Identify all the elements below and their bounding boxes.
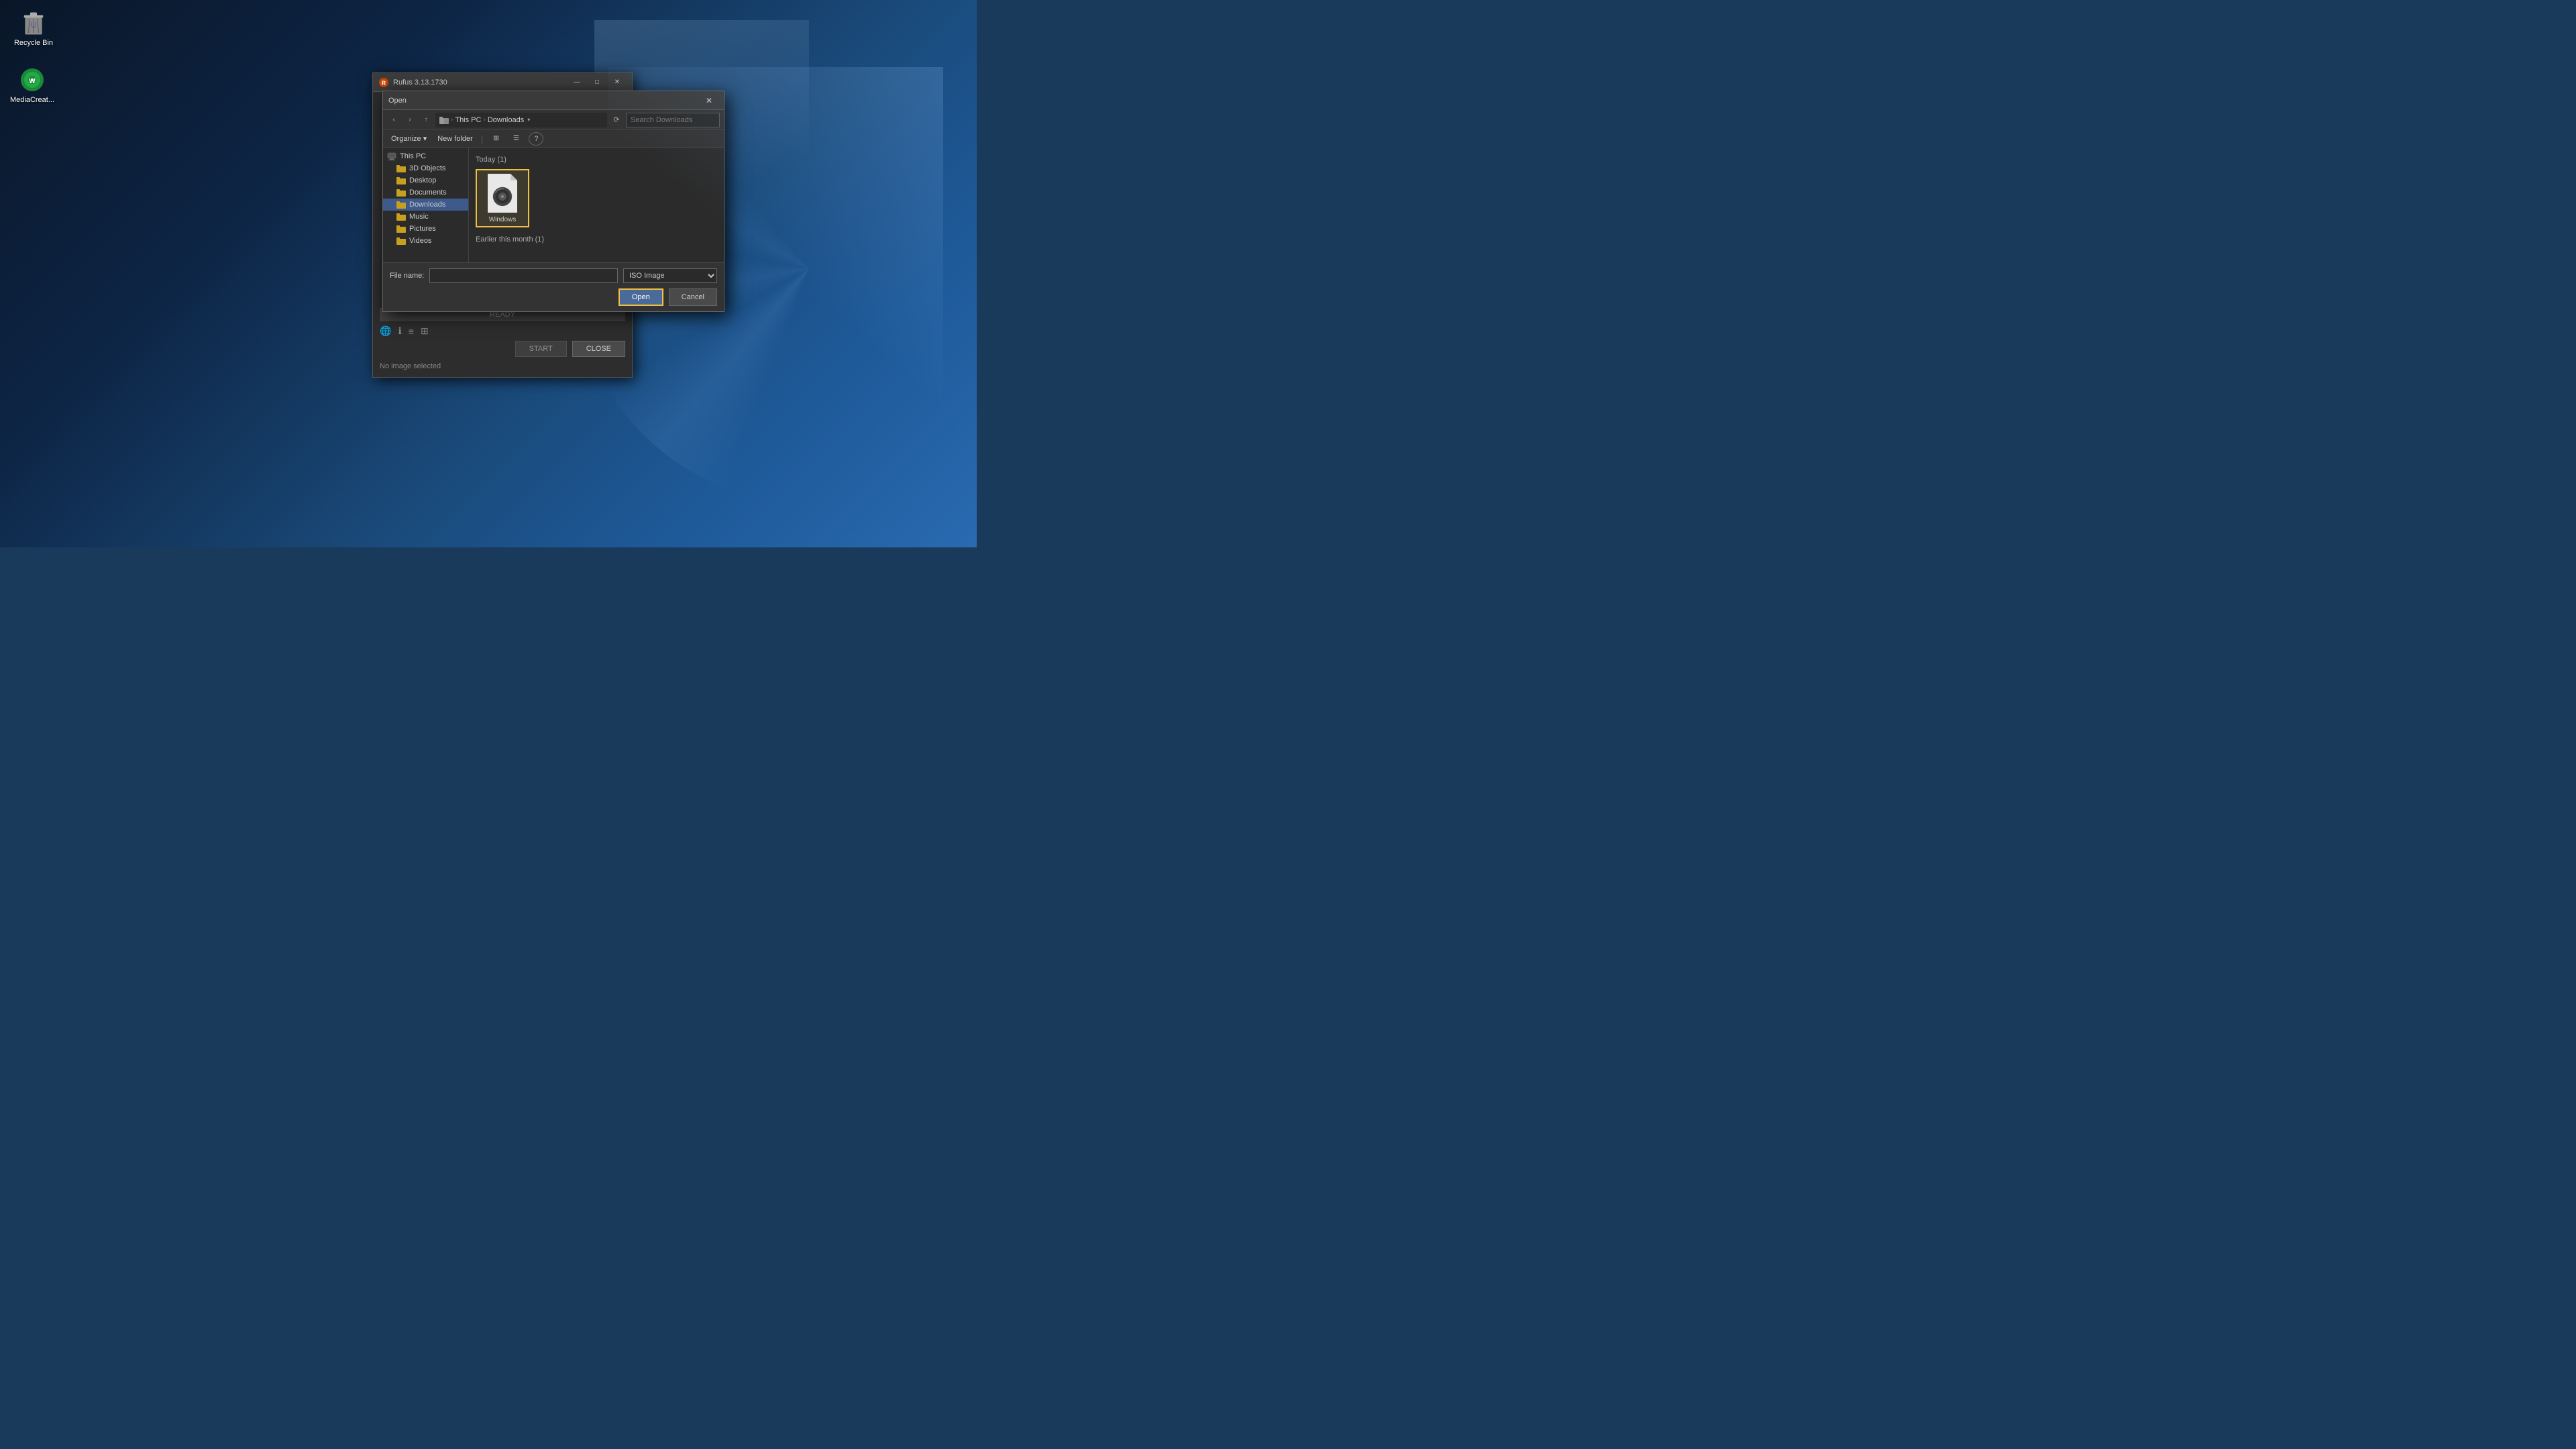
desktop-folder-icon [396,176,406,184]
windows-iso-label: Windows [489,216,517,223]
addr-breadcrumb-dropdown-icon[interactable]: ▾ [527,117,530,123]
addr-breadcrumb[interactable]: › This PC › Downloads ▾ [435,113,607,127]
addr-sep2: › [483,116,485,123]
sidebar-label-3d-objects: 3D Objects [409,164,445,172]
open-dialog-title: Open [388,97,700,105]
rufus-settings-icon[interactable]: ≡ [409,326,414,337]
rufus-action-buttons: START CLOSE [380,341,625,357]
rufus-close-btn[interactable]: ✕ [608,76,627,89]
rufus-window-controls: — □ ✕ [568,76,627,89]
organize-btn[interactable]: Organize ▾ [388,133,429,144]
toolbar-view-grid-btn[interactable]: ⊞ [488,132,503,146]
dialog-main-content: This PC 3D Objects [383,148,724,262]
win-light-decoration [594,20,809,302]
3d-objects-folder-icon [396,164,406,172]
desktop-icon-mediacreate[interactable]: W MediaCreat... [5,64,59,107]
rufus-bottom-icons: 🌐 ℹ ≡ ⊞ [380,325,625,337]
search-downloads-input[interactable] [626,113,720,127]
open-dialog-titlebar: Open ✕ [383,91,724,110]
svg-text:W: W [29,78,36,85]
sidebar-label-documents: Documents [409,189,447,197]
addr-up-btn[interactable]: ↑ [419,113,433,127]
toolbar-separator: | [481,133,484,144]
sidebar-label-pictures: Pictures [409,225,436,233]
fileview-today-items: Windows [476,169,717,227]
sidebar-item-downloads[interactable]: Downloads [383,199,468,211]
addr-folder-icon [439,116,449,124]
rufus-status-area: READY 🌐 ℹ ≡ ⊞ START CLOSE No image selec… [380,308,625,370]
dialog-open-btn[interactable]: Open [619,288,663,306]
filetype-select[interactable]: ISO Image [623,268,717,283]
rufus-app-icon: R [378,77,389,88]
rufus-log-icon[interactable]: ⊞ [421,325,429,337]
sidebar-label-music: Music [409,213,429,221]
sidebar-item-desktop[interactable]: Desktop [383,174,468,186]
sidebar-label-this-pc: This PC [400,152,426,160]
addr-forward-btn[interactable]: › [403,113,417,127]
addr-back-btn[interactable]: ‹ [387,113,400,127]
dialog-action-row: Open Cancel [390,288,717,306]
rufus-titlebar: R Rufus 3.13.1730 — □ ✕ [373,73,632,92]
addr-sep1: › [451,116,453,123]
dialog-cancel-btn[interactable]: Cancel [669,288,717,306]
fileview-group-earlier: Earlier this month (1) [476,235,717,244]
documents-folder-icon [396,189,406,197]
dialog-sidebar: This PC 3D Objects [383,148,469,262]
sidebar-label-videos: Videos [409,237,431,245]
svg-text:R: R [382,80,386,87]
mediacreate-label: MediaCreat... [10,96,54,105]
open-dialog-close-btn[interactable]: ✕ [700,94,718,107]
desktop: Recycle Bin W MediaCreat... R Rufus 3.13… [0,0,977,547]
music-folder-icon [396,213,406,221]
rufus-minimize-btn[interactable]: — [568,76,586,89]
rufus-start-btn[interactable]: START [515,341,567,357]
sidebar-item-music[interactable]: Music [383,211,468,223]
open-file-dialog: Open ✕ ‹ › ↑ › This PC › Downloads [382,91,724,312]
fileview-group-today: Today (1) [476,156,717,164]
open-dialog-addressbar: ‹ › ↑ › This PC › Downloads ▾ ⟳ [383,110,724,130]
rufus-maximize-btn[interactable]: □ [588,76,606,89]
filename-input[interactable] [429,268,618,283]
dialog-fileview: Today (1) [469,148,724,262]
sidebar-label-desktop: Desktop [409,176,436,184]
fileview-item-windows-iso[interactable]: Windows [476,169,529,227]
addr-this-pc[interactable]: This PC [455,116,481,124]
recycle-bin-label: Recycle Bin [14,39,53,48]
toolbar-view-list-btn[interactable]: ☰ [508,132,523,146]
sidebar-item-this-pc[interactable]: This PC [383,150,468,162]
dialog-filename-row: File name: ISO Image [390,268,717,283]
sidebar-item-pictures[interactable]: Pictures [383,223,468,235]
recycle-bin-icon [20,9,47,36]
mediacreate-icon: W [19,66,46,93]
sidebar-label-downloads: Downloads [409,201,445,209]
rufus-no-image-text: No image selected [380,362,625,370]
windows-iso-icon [484,173,521,213]
desktop-icon-recycle-bin[interactable]: Recycle Bin [7,7,60,50]
filename-label: File name: [390,272,424,280]
rufus-close-dialog-btn[interactable]: CLOSE [572,341,625,357]
this-pc-icon [387,152,396,160]
sidebar-item-3d-objects[interactable]: 3D Objects [383,162,468,174]
rufus-globe-icon[interactable]: 🌐 [380,325,391,337]
downloads-folder-icon [396,201,406,209]
open-dialog-toolbar: Organize ▾ New folder | ⊞ ☰ ? [383,130,724,148]
pictures-folder-icon [396,225,406,233]
videos-folder-icon [396,237,406,245]
sidebar-item-videos[interactable]: Videos [383,235,468,247]
sidebar-item-documents[interactable]: Documents [383,186,468,199]
rufus-info-icon[interactable]: ℹ [398,325,401,337]
dialog-bottom-bar: File name: ISO Image Open Cancel [383,262,724,311]
new-folder-btn[interactable]: New folder [435,133,476,144]
addr-downloads[interactable]: Downloads [488,116,524,124]
toolbar-help-btn[interactable]: ? [529,132,543,146]
addr-refresh-btn[interactable]: ⟳ [610,113,623,127]
rufus-title: Rufus 3.13.1730 [393,78,568,87]
